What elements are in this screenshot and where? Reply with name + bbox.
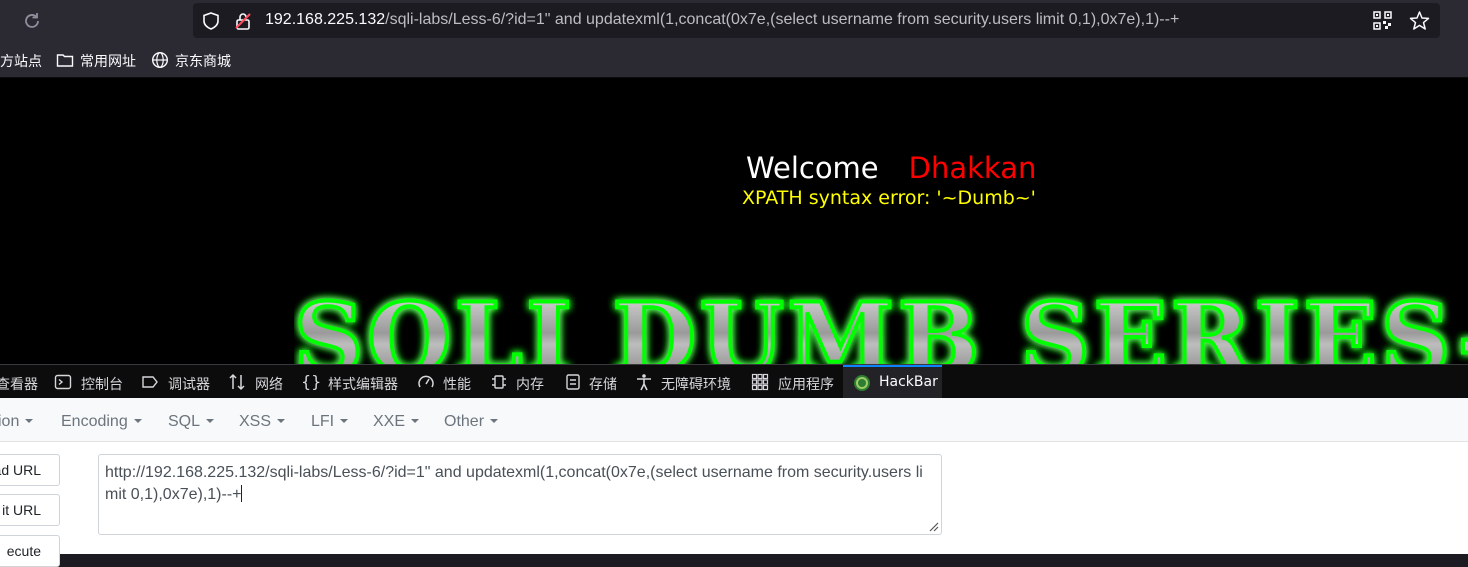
tab-label: 控制台 [81,377,123,393]
sqli-dumb-series-banner: SQLI DUMB SERIES-6 [294,286,1468,365]
tab-application[interactable]: 应用程序 [751,365,837,399]
menu-label: SQL [168,413,201,430]
hackbar-icon [854,375,870,391]
browser-toolbar: 192.168.225.132/sqli-labs/Less-6/?id=1" … [0,0,1468,42]
tab-label: 样式编辑器 [328,377,398,393]
memory-icon [492,375,506,389]
qr-code-icon[interactable] [1373,11,1392,30]
debugger-icon [142,376,158,388]
tab-console[interactable]: 控制台 [54,365,134,399]
tab-hackbar[interactable]: HackBar [843,365,942,399]
storage-icon [566,374,580,390]
tab-debugger[interactable]: 调试器 [141,365,221,399]
button-label: ecute [6,543,41,559]
devtools-tab-strip: 查看器 控制台 调试器 网络 {} 样式编辑器 性能 内存 存储 无障碍环境 应… [0,364,1468,399]
style-editor-icon: {} [301,372,322,391]
globe-icon [151,51,169,69]
menu-action[interactable]: ion [0,413,34,431]
tab-label: 查看器 [0,377,38,393]
banner-text: SQLI DUMB SERIES-6 [294,286,1468,365]
tab-label: 无障碍环境 [661,377,731,393]
hackbar-menu: ion Encoding SQL XSS LFI XXE Other [0,398,1468,442]
welcome-text: Welcome [746,151,879,185]
menu-lfi[interactable]: LFI [311,413,349,431]
url-host: 192.168.225.132 [265,11,386,28]
url-textarea-value: http://192.168.225.132/sqli-labs/Less-6/… [105,464,923,503]
tab-label: 调试器 [168,377,210,393]
tab-storage[interactable]: 存储 [564,365,624,399]
welcome-line: Welcome Dhakkan [746,151,1036,185]
caret-down-icon [340,419,349,423]
bookmarks-bar: 方站点 常用网址 京东商城 [0,42,1468,78]
menu-label: XSS [239,413,272,430]
tab-style-editor[interactable]: {} 样式编辑器 [301,365,405,399]
reload-icon[interactable] [22,11,42,31]
caret-down-icon [490,419,499,423]
bookmark-star-icon[interactable] [1409,10,1430,31]
welcome-name: Dhakkan [908,151,1037,185]
tracking-shield-icon[interactable] [201,11,221,31]
bookmark-label: 常用网址 [80,54,136,70]
menu-label: XXE [373,413,406,430]
caret-down-icon [277,419,286,423]
tab-label: 网络 [255,377,283,393]
tab-label: 内存 [516,377,544,393]
xpath-error-message: XPATH syntax error: '~Dumb~' [742,187,1036,209]
tab-memory[interactable]: 内存 [490,365,550,399]
tab-inspector[interactable]: 查看器 [0,365,48,399]
button-label: it URL [2,502,41,518]
accessibility-icon [637,374,651,391]
bookmark-label: 方站点 [0,54,42,70]
performance-icon [418,375,434,388]
bookmark-label: 京东商城 [175,54,231,70]
menu-label: LFI [311,413,335,430]
console-icon [54,374,72,390]
menu-label: ion [0,413,20,430]
resize-grip-icon[interactable] [927,520,939,532]
text-cursor [241,485,243,502]
tab-network[interactable]: 网络 [228,365,290,399]
button-label: ad URL [0,462,41,478]
url-path: /sqli-labs/Less-6/?id=1" and updatexml(1… [385,11,1180,28]
menu-encoding[interactable]: Encoding [61,413,142,431]
menu-xxe[interactable]: XXE [373,413,420,431]
network-icon [229,373,245,391]
tab-label: HackBar [879,374,938,390]
tab-label: 应用程序 [778,377,834,393]
tab-label: 存储 [589,377,617,393]
menu-label: Encoding [61,413,128,430]
menu-label: Other [444,413,485,430]
page-content: Welcome Dhakkan XPATH syntax error: '~Dum… [0,78,1468,365]
url-textarea[interactable]: http://192.168.225.132/sqli-labs/Less-6/… [98,454,942,535]
caret-down-icon [25,419,34,423]
menu-sql[interactable]: SQL [168,413,215,431]
split-url-button[interactable]: it URL [0,494,60,526]
menu-xss[interactable]: XSS [239,413,286,431]
url-text[interactable]: 192.168.225.132/sqli-labs/Less-6/?id=1" … [265,11,1179,29]
caret-down-icon [133,419,142,423]
insecure-lock-icon[interactable] [233,11,253,31]
tab-label: 性能 [443,377,471,393]
load-url-button[interactable]: ad URL [0,454,60,486]
caret-down-icon [411,419,420,423]
folder-icon [56,54,74,67]
url-bar[interactable]: 192.168.225.132/sqli-labs/Less-6/?id=1" … [193,3,1440,38]
caret-down-icon [206,419,215,423]
application-icon [751,373,769,391]
tab-accessibility[interactable]: 无障碍环境 [635,365,737,399]
hackbar-panel: ion Encoding SQL XSS LFI XXE Other ad UR… [0,398,1468,567]
tab-performance[interactable]: 性能 [417,365,475,399]
execute-button[interactable]: ecute [0,535,60,567]
menu-other[interactable]: Other [444,413,499,431]
